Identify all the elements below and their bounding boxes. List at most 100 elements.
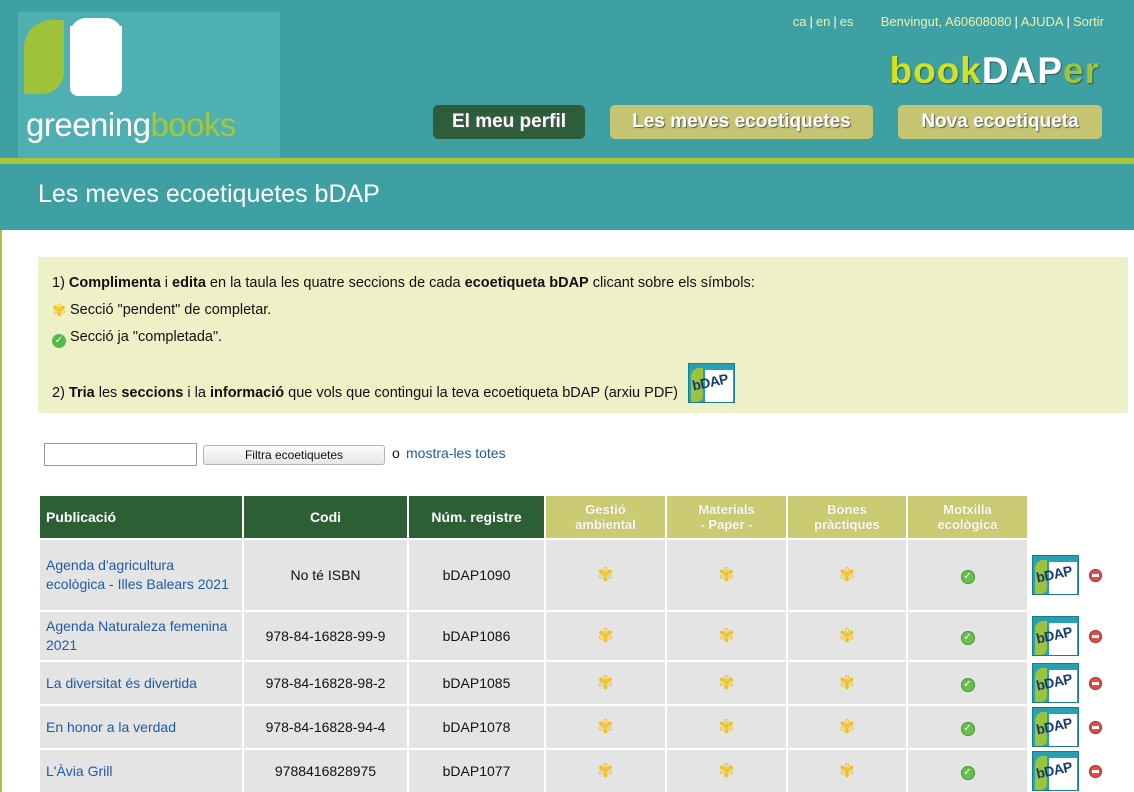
help-link[interactable]: AJUDA [1021,14,1064,29]
pending-flower-icon[interactable]: ✾ [598,674,614,693]
table-row: En honor a la verdad 978-84-16828-94-4 b… [38,704,1130,750]
col-header-code[interactable]: Codi [242,494,409,540]
row-actions: bDAP [1028,705,1130,749]
table-row: Agenda d'agricultura ecològica - Illes B… [38,538,1130,612]
code-cell: 978-84-16828-98-2 [242,660,409,706]
pending-flower-icon[interactable]: ✾ [719,718,735,737]
col-header-good-practices: Bones pràctiques [786,494,908,540]
status-eco-backpack: ✓ [906,660,1029,706]
publication-link[interactable]: En honor a la verdad [38,704,244,750]
pending-flower-icon[interactable]: ✾ [719,566,735,585]
table-row: L'Àvia Grill 9788416828975 bDAP1077 ✾ ✾ … [38,748,1130,792]
delete-icon[interactable] [1089,629,1102,643]
register-cell: bDAP1078 [407,704,546,750]
pending-flower-icon[interactable]: ✾ [839,762,855,781]
lang-ca-link[interactable]: ca [793,14,807,29]
pending-flower-icon[interactable]: ✾ [598,627,614,646]
delete-icon[interactable] [1089,764,1102,778]
bdap-pdf-icon[interactable]: bDAP [1032,555,1079,595]
pending-flower-icon[interactable]: ✾ [839,674,855,693]
welcome-text: Benvingut, A60608080 [880,14,1012,29]
row-actions: bDAP [1028,539,1130,611]
status-materials: ✾ [665,610,788,662]
publication-link[interactable]: Agenda Naturaleza femenina 2021 [38,610,244,662]
status-good-practices: ✾ [786,538,908,612]
bdap-pdf-icon[interactable]: bDAP [1032,751,1079,791]
publication-link[interactable]: Agenda d'agricultura ecològica - Illes B… [38,538,244,612]
check-circle-icon[interactable]: ✓ [960,570,975,584]
pending-flower-icon[interactable]: ✾ [839,566,855,585]
check-circle-icon[interactable]: ✓ [960,722,975,736]
legend-pending: ✾ Secció "pendent" de completar. [52,301,272,320]
status-environmental: ✾ [544,704,667,750]
col-header-publication[interactable]: Publicació [38,494,244,540]
pending-flower-icon[interactable]: ✾ [598,762,614,781]
row-actions: bDAP [1028,611,1130,661]
status-good-practices: ✾ [786,610,908,662]
code-cell: 978-84-16828-94-4 [242,704,409,750]
pending-flower-icon[interactable]: ✾ [598,718,614,737]
code-cell: No té ISBN [242,538,409,612]
check-circle-icon[interactable]: ✓ [960,678,975,692]
col-header-actions [1028,495,1130,539]
lang-es-link[interactable]: es [840,14,854,29]
logo-text: greeningbooks [26,106,237,143]
status-good-practices: ✾ [786,704,908,750]
check-circle-icon[interactable]: ✓ [960,631,975,645]
filter-button[interactable]: Filtra ecoetiquetes [203,445,385,465]
code-cell: 978-84-16828-99-9 [242,610,409,662]
status-materials: ✾ [665,748,788,792]
register-cell: bDAP1086 [407,610,546,662]
status-eco-backpack: ✓ [906,610,1029,662]
bdap-pdf-icon: bDAP [688,363,736,403]
status-environmental: ✾ [544,538,667,612]
legend-done: ✓ Secció ja "completada". [52,329,222,348]
table-row: La diversitat és divertida 978-84-16828-… [38,660,1130,706]
register-cell: bDAP1085 [407,660,546,706]
show-all-link[interactable]: mostra-les totes [406,445,506,461]
table-row: Agenda Naturaleza femenina 2021 978-84-1… [38,610,1130,662]
title-bar: Les meves ecoetiquetes bDAP [0,158,1134,230]
page-title: Les meves ecoetiquetes bDAP [38,180,380,208]
greeningbooks-logo[interactable]: greeningbooks [18,12,280,158]
col-header-eco-backpack: Motxilla ecològica [906,494,1029,540]
pending-flower-icon[interactable]: ✾ [839,718,855,737]
logout-link[interactable]: Sortir [1073,14,1104,29]
nav-new-label-button[interactable]: Nova ecoetiqueta [898,105,1102,139]
status-environmental: ✾ [544,748,667,792]
status-environmental: ✾ [544,660,667,706]
bdap-pdf-icon[interactable]: bDAP [1032,663,1079,703]
pending-flower-icon[interactable]: ✾ [598,566,614,585]
book-logo-icon [70,18,122,96]
status-materials: ✾ [665,704,788,750]
pending-flower-icon[interactable]: ✾ [719,674,735,693]
check-circle-icon[interactable]: ✓ [960,766,975,780]
code-cell: 9788416828975 [242,748,409,792]
publication-link[interactable]: La diversitat és divertida [38,660,244,706]
instructions-box: 1) Complimenta i edita en la taula les q… [38,257,1128,413]
delete-icon[interactable] [1089,568,1102,582]
row-actions: bDAP [1028,661,1130,705]
nav-profile-button[interactable]: El meu perfil [433,105,585,139]
table-header-row: Publicació Codi Núm. registre Gestió ambi… [38,494,1130,540]
col-header-register[interactable]: Núm. registre [407,494,546,540]
bdap-pdf-icon[interactable]: bDAP [1032,707,1079,747]
status-good-practices: ✾ [786,748,908,792]
bdap-pdf-icon[interactable]: bDAP [1032,616,1079,656]
pending-flower-icon[interactable]: ✾ [719,762,735,781]
pending-flower-icon[interactable]: ✾ [839,627,855,646]
instruction-step-1: 1) Complimenta i edita en la taula les q… [52,275,755,291]
labels-table: Publicació Codi Núm. registre Gestió ambi… [38,494,1131,792]
register-cell: bDAP1077 [407,748,546,792]
col-header-environmental: Gestió ambiental [544,494,667,540]
filter-input[interactable] [44,443,197,466]
pending-flower-icon[interactable]: ✾ [719,627,735,646]
lang-en-link[interactable]: en [816,14,830,29]
delete-icon[interactable] [1089,676,1102,690]
nav-my-labels-button[interactable]: Les meves ecoetiquetes [610,105,873,139]
header: greeningbooks ca | en | es Benvingut, A60608… [0,0,1134,158]
delete-icon[interactable] [1089,720,1102,734]
status-eco-backpack: ✓ [906,538,1029,612]
row-actions: bDAP [1028,749,1130,792]
publication-link[interactable]: L'Àvia Grill [38,748,244,792]
